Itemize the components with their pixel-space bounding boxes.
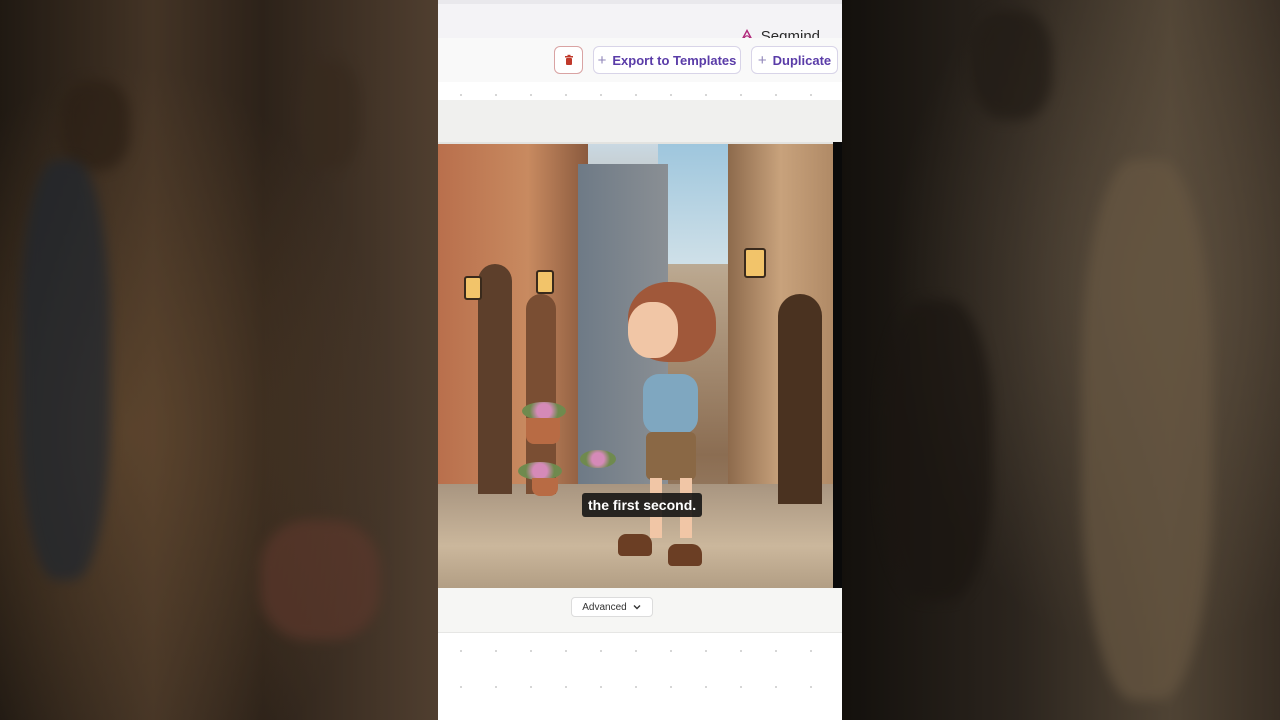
background-scene-right [842,0,1280,720]
advanced-toggle-button[interactable]: Advanced [571,597,653,617]
video-preview[interactable]: the first second. [438,144,833,588]
dot-grid-divider [438,680,842,694]
lantern [464,276,482,300]
lantern [744,248,766,278]
advanced-label: Advanced [582,601,627,613]
flower-pot [532,478,558,496]
door [478,264,512,494]
chevron-down-icon [633,605,641,610]
export-to-templates-button[interactable]: + Export to Templates [593,46,741,74]
door [778,294,822,504]
advanced-section: Advanced [438,588,842,633]
export-label: Export to Templates [612,52,737,68]
plus-icon: + [757,51,767,69]
top-bar: Segmind [438,0,842,45]
section-band [438,100,842,144]
trash-icon [564,54,573,65]
duplicate-label: Duplicate [772,52,832,68]
toolbar: + Export to Templates + Duplicate [438,38,842,82]
lantern [536,270,554,294]
sky [658,144,738,264]
video-frame-edge [833,142,842,588]
plus-icon: + [597,51,607,69]
delete-button[interactable] [554,46,583,74]
flower-pot [526,418,560,444]
app-panel: Segmind + Export to Templates + Duplicat… [438,0,842,720]
animated-girl-character [618,282,728,582]
background-scene-left [0,0,438,720]
duplicate-button[interactable]: + Duplicate [751,46,838,74]
dot-grid-divider [438,644,842,658]
flowers [580,450,616,468]
video-caption: the first second. [582,493,703,517]
